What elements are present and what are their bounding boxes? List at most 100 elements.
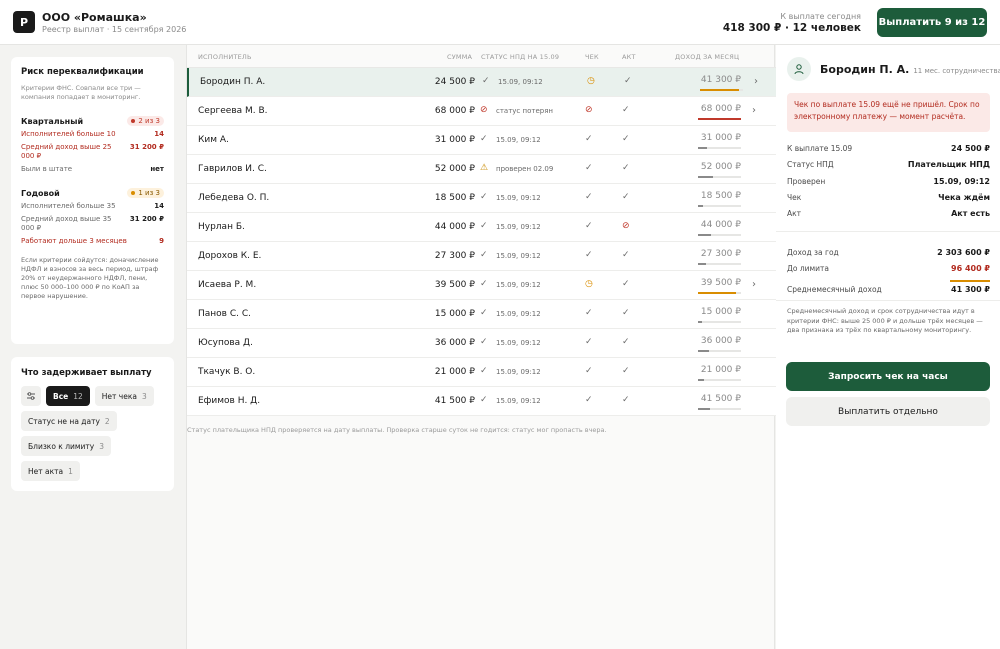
company-logo: Р: [13, 11, 35, 33]
table-row[interactable]: Бородин П. А. 24 500 ₽ ✓ 15.09, 09:12 ◷ ✓ 41 3…: [187, 68, 776, 97]
npd-status-text: 15.09, 09:12: [496, 339, 541, 347]
top-header: Р ООО «Ромашка» Реестр выплат · 15 сентя…: [0, 0, 1000, 45]
npd-status-text: 15.09, 09:12: [498, 78, 543, 86]
company-name: ООО «Ромашка»: [42, 11, 147, 24]
filter-chip-no-act[interactable]: Нет акта 1: [21, 461, 80, 481]
monthly-income: 21 000 ₽: [700, 365, 741, 375]
income-limit-fill: [698, 118, 741, 120]
yearly-badge: 1 из 3: [127, 188, 164, 198]
table-row[interactable]: Сергеева М. В. 68 000 ₽ ⊘ статус потерян ⊘ ✓ 6…: [187, 97, 776, 126]
table-row[interactable]: Юсупова Д. 36 000 ₽ ✓ 15.09, 09:12 ✓ ✓ 36 000 …: [187, 329, 776, 358]
sliders-icon: [27, 392, 35, 400]
income-limit-bar: [698, 379, 741, 381]
criterion-row: Исполнителей больше 10 14: [21, 130, 164, 138]
col-income-header: Доход за месяц: [675, 53, 740, 61]
check-status-icon: ✓: [585, 192, 593, 202]
col-sum-header: Сумма: [447, 53, 473, 61]
monthly-income: 68 000 ₽: [700, 104, 741, 114]
npd-status-icon: ✓: [482, 76, 490, 86]
alert-dot-icon: [131, 119, 136, 123]
payment-sum: 52 000 ₽: [434, 164, 475, 174]
monthly-income: 18 500 ₽: [700, 191, 741, 201]
pay-separately-button[interactable]: Выплатить отдельно: [786, 397, 990, 426]
income-limit-fill: [698, 408, 711, 410]
npd-status-icon: ✓: [480, 395, 488, 405]
check-status-icon: ✓: [585, 221, 593, 231]
quarterly-section: Квартальный 2 из 3: [21, 116, 164, 126]
monthly-income: 41 500 ₽: [700, 394, 741, 404]
contractor-name: Исаева Р. М.: [198, 280, 257, 290]
payment-sum: 41 500 ₽: [434, 396, 475, 406]
act-status-icon: ✓: [622, 134, 630, 144]
income-limit-bar: [698, 321, 741, 323]
table-row[interactable]: Нурлан Б. 44 000 ₽ ✓ 15.09, 09:12 ✓ ⊘ 44 000 ₽: [187, 213, 776, 242]
yearly-section: Годовой 1 из 3: [21, 188, 164, 198]
detail-criteria-note: Среднемесячный доход и срок сотрудничест…: [787, 307, 983, 334]
income-limit-fill: [698, 176, 714, 178]
filter-title: Что задерживает выплату: [21, 368, 152, 378]
detail-field: К выплате 15.09 24 500 ₽: [787, 144, 990, 153]
filter-chips: Все 12 Нет чека 3 Статус не на дату 2 Близк…: [21, 386, 164, 481]
table-row[interactable]: Гаврилов И. С. 52 000 ₽ ⚠ проверен 02.09 ✓ ✓ 5…: [187, 155, 776, 184]
income-limit-fill: [698, 205, 704, 207]
contractor-name: Ким А.: [198, 135, 229, 145]
npd-status-icon: ✓: [480, 337, 488, 347]
income-limit-fill: [698, 379, 705, 381]
check-status-icon: ✓: [585, 395, 593, 405]
act-status-icon: ✓: [622, 105, 630, 115]
npd-status-text: 15.09, 09:12: [496, 310, 541, 318]
npd-status-text: 15.09, 09:12: [496, 136, 541, 144]
income-limit-fill: [698, 263, 706, 265]
risk-description: Критерии ФНС. Совпали все три — компания…: [21, 84, 141, 101]
quarterly-badge: 2 из 3: [127, 116, 164, 126]
chevron-right-icon: ›: [752, 105, 756, 116]
table-row[interactable]: Исаева Р. М. 39 500 ₽ ✓ 15.09, 09:12 ◷ ✓ 39 50…: [187, 271, 776, 300]
table-row[interactable]: Ефимов Н. Д. 41 500 ₽ ✓ 15.09, 09:12 ✓ ✓ 41 50…: [187, 387, 776, 416]
request-check-button[interactable]: Запросить чек на часы: [786, 362, 990, 391]
limit-progress-bar: [950, 280, 990, 282]
income-field: Среднемесячный доход 41 300 ₽: [787, 285, 990, 294]
filter-chip-all[interactable]: Все 12: [46, 386, 90, 406]
payment-sum: 24 500 ₽: [434, 77, 475, 87]
criterion-row: Работают дольше 3 месяцев 9: [21, 237, 164, 245]
payment-sum: 44 000 ₽: [434, 222, 475, 232]
act-status-icon: ⊘: [622, 221, 630, 231]
npd-status-text: 15.09, 09:12: [496, 397, 541, 405]
risk-card: Риск переквалификации Критерии ФНС. Совп…: [11, 57, 174, 344]
divider: [776, 231, 1000, 232]
income-limit-bar: [698, 408, 741, 410]
filter-chip-no-check[interactable]: Нет чека 3: [94, 386, 154, 406]
income-limit-fill: [698, 350, 709, 352]
contractor-name: Бородин П. А.: [200, 77, 266, 87]
pay-selected-button[interactable]: Выплатить 9 из 12: [877, 8, 987, 37]
divider: [776, 300, 1000, 301]
yearly-title: Годовой: [21, 188, 60, 198]
payment-sum: 27 300 ₽: [434, 251, 475, 261]
criterion-row: Исполнителей больше 35 14: [21, 202, 164, 210]
table-row[interactable]: Панов С. С. 15 000 ₽ ✓ 15.09, 09:12 ✓ ✓ 15 000…: [187, 300, 776, 329]
risk-consequences-note: Если критерии сойдутся: доначисление НДФ…: [21, 256, 159, 300]
npd-status-icon: ✓: [480, 279, 488, 289]
col-status-header: Статус НПД на 15.09: [481, 53, 560, 61]
npd-status-icon: ✓: [480, 221, 488, 231]
table-row[interactable]: Ким А. 31 000 ₽ ✓ 15.09, 09:12 ✓ ✓ 31 000 ₽: [187, 126, 776, 155]
npd-status-text: 15.09, 09:12: [496, 194, 541, 202]
check-status-icon: ⊘: [585, 105, 593, 115]
col-check-header: Чек: [585, 53, 599, 61]
income-limit-bar: [698, 350, 741, 352]
filter-settings-button[interactable]: [21, 386, 41, 406]
table-row[interactable]: Лебедева О. П. 18 500 ₽ ✓ 15.09, 09:12 ✓ ✓ 18 …: [187, 184, 776, 213]
table-row[interactable]: Ткачук В. О. 21 000 ₽ ✓ 15.09, 09:12 ✓ ✓ 21 00…: [187, 358, 776, 387]
income-field: Доход за год 2 303 600 ₽: [787, 248, 990, 257]
payment-sum: 31 000 ₽: [434, 135, 475, 145]
monthly-income: 52 000 ₽: [700, 162, 741, 172]
criterion-row: Средний доход выше 25 000 ₽31 200 ₽: [21, 143, 164, 160]
act-status-icon: ✓: [622, 337, 630, 347]
monthly-income: 36 000 ₽: [700, 336, 741, 346]
act-status-icon: ✓: [622, 250, 630, 260]
npd-status-icon: ✓: [480, 250, 488, 260]
chevron-right-icon: ›: [752, 279, 756, 290]
filter-chip-near-limit[interactable]: Близко к лимиту 3: [21, 436, 112, 456]
filter-chip-status-date[interactable]: Статус не на дату 2: [21, 411, 117, 431]
table-row[interactable]: Дорохов К. Е. 27 300 ₽ ✓ 15.09, 09:12 ✓ ✓ 27 3…: [187, 242, 776, 271]
